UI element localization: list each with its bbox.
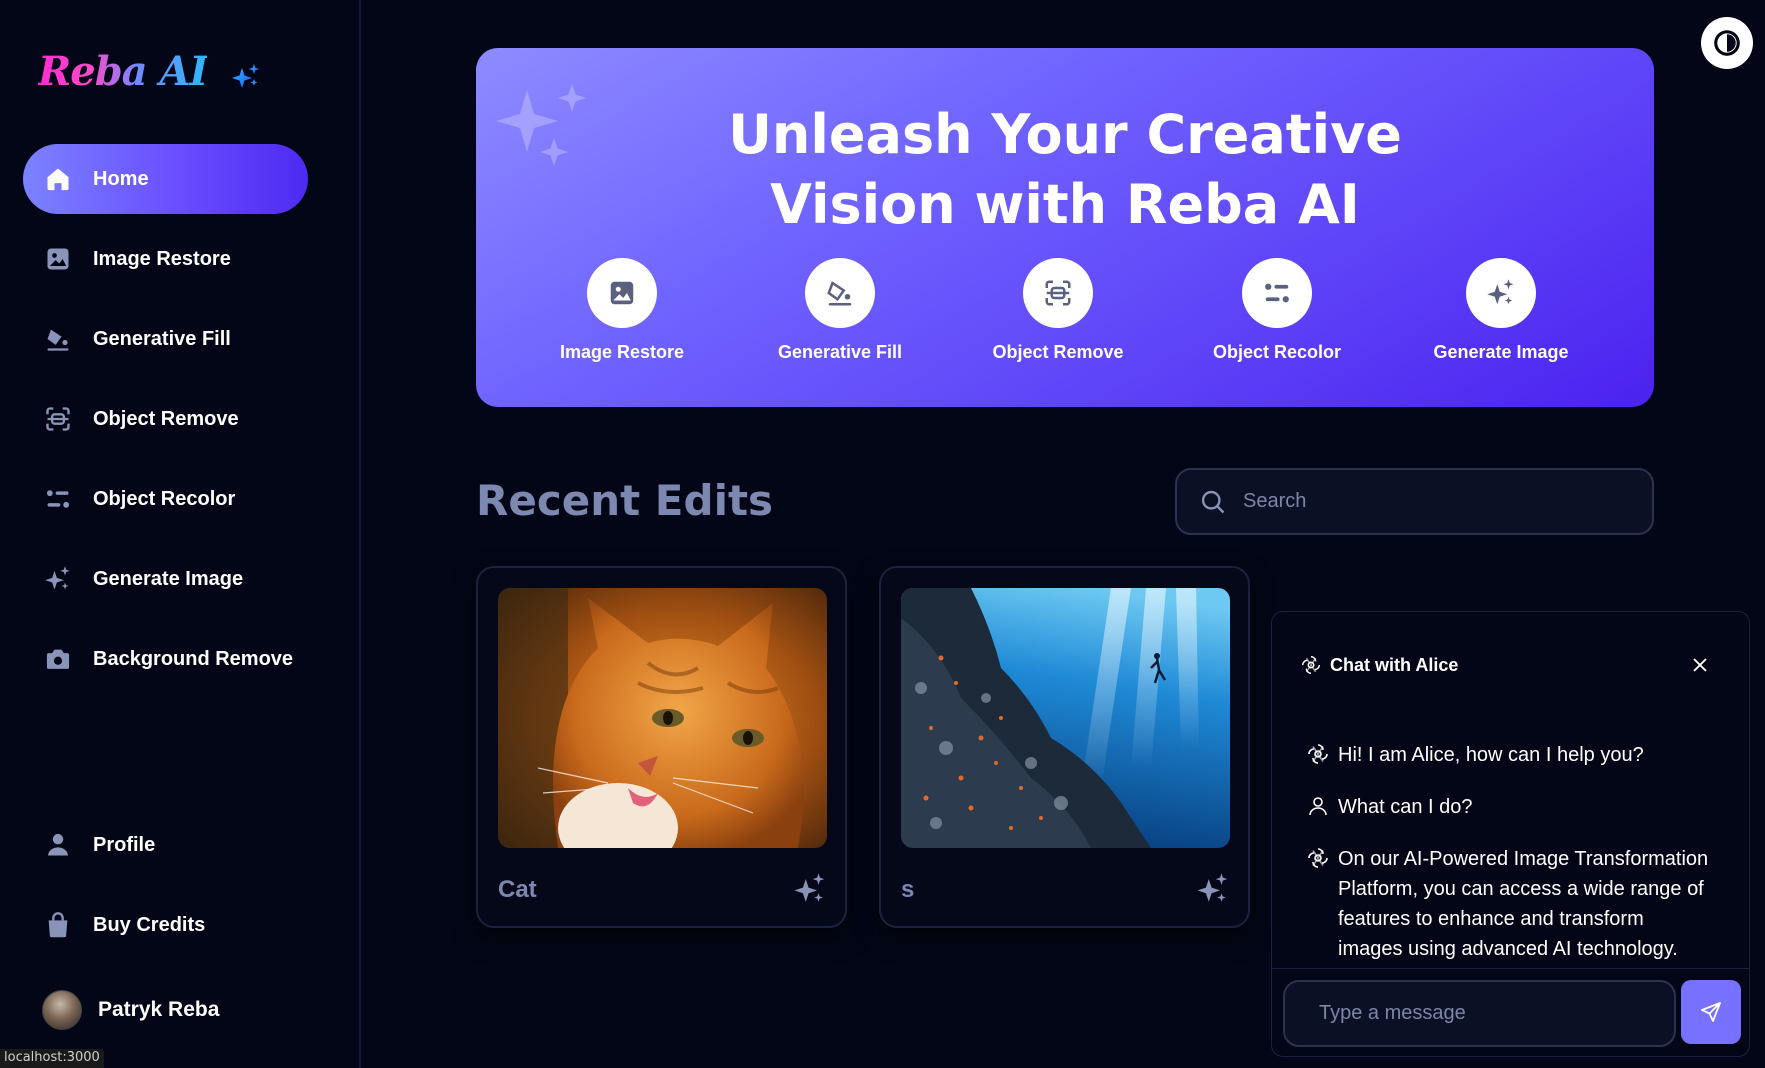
sparkles-icon <box>43 564 73 594</box>
chat-title: Chat with Alice <box>1330 654 1459 675</box>
sidebar-item-label: Object Recolor <box>93 487 236 510</box>
sidebar-item-profile[interactable]: Profile <box>23 810 308 880</box>
status-bar-url: localhost:3000 <box>0 1049 104 1068</box>
sidebar-item-object-recolor[interactable]: Object Recolor <box>23 464 308 534</box>
image-icon <box>43 244 73 274</box>
chat-message-text: Hi! I am Alice, how can I help you? <box>1338 744 1644 766</box>
sparkles-icon[interactable] <box>1196 872 1230 906</box>
sidebar-item-label: Object Remove <box>93 407 239 430</box>
chat-message-input[interactable] <box>1319 1002 1649 1025</box>
image-icon <box>610 281 634 305</box>
search-box <box>1175 468 1654 535</box>
logo[interactable]: Reba AI <box>38 48 261 95</box>
edit-card-cat[interactable]: Cat <box>476 566 847 928</box>
recent-edits-title: Recent Edits <box>476 476 774 525</box>
chat-messages: Hi! I am Alice, how can I help you? What… <box>1306 740 1711 960</box>
tool-label: Image Restore <box>559 342 685 362</box>
tool-label: Generative Fill <box>777 342 903 362</box>
search-icon <box>1201 490 1225 513</box>
tool-label: Generate Image <box>1433 342 1569 362</box>
close-icon[interactable] <box>1691 656 1709 674</box>
sidebar-item-label: Generate Image <box>93 567 244 590</box>
sidebar-item-generative-fill[interactable]: Generative Fill <box>23 304 308 374</box>
tool-circle <box>1466 258 1536 328</box>
recolor-icon <box>1265 283 1289 303</box>
edit-card-image <box>498 588 827 848</box>
chat-message-assistant: Hi! I am Alice, how can I help you? <box>1306 740 1711 770</box>
user-icon <box>1309 797 1327 816</box>
chat-header: Chat with Alice <box>1300 654 1458 676</box>
openai-icon <box>1308 848 1328 868</box>
hero-title: Unleash Your Creative Vision with Reba A… <box>476 100 1654 240</box>
chat-input-box <box>1283 980 1676 1047</box>
cat-photo <box>498 588 827 848</box>
tool-circle <box>1242 258 1312 328</box>
chat-message-assistant: On our AI-Powered Image Transformation P… <box>1306 844 1711 960</box>
scan-icon <box>1045 280 1071 306</box>
edit-card-title: Cat <box>498 876 537 903</box>
sparkles-logo-icon <box>232 63 260 88</box>
openai-icon <box>1302 656 1320 674</box>
chat-message-text: On our AI-Powered Image Transformation P… <box>1338 848 1709 960</box>
chat-panel: Chat with Alice Hi! I am Alice, how can … <box>1271 611 1750 1057</box>
home-icon <box>43 164 73 194</box>
sidebar-item-label: Generative Fill <box>93 327 231 350</box>
sidebar-item-buy-credits[interactable]: Buy Credits <box>23 890 308 960</box>
sidebar-item-home[interactable]: Home <box>23 144 308 214</box>
paint-bucket-icon <box>43 324 73 354</box>
hero-tool-image-restore[interactable]: Image Restore <box>532 258 712 363</box>
tool-circle <box>805 258 875 328</box>
avatar <box>42 990 82 1030</box>
sparkles-icon <box>1487 279 1514 305</box>
sidebar: Reba AI Home Image Restore Generative Fi… <box>0 0 361 1068</box>
hero-title-line: Unleash Your Creative <box>728 103 1402 166</box>
scan-icon <box>43 404 73 434</box>
sidebar-item-label: Image Restore <box>93 247 231 270</box>
send-button[interactable] <box>1681 980 1741 1044</box>
sidebar-bottom-nav: Profile Buy Credits <box>23 810 308 970</box>
recolor-icon <box>43 484 73 514</box>
edit-card-image <box>901 588 1230 848</box>
user-profile-row[interactable]: Patryk Reba <box>42 990 219 1030</box>
sidebar-item-object-remove[interactable]: Object Remove <box>23 384 308 454</box>
chat-message-text: What can I do? <box>1338 796 1473 818</box>
sidebar-item-image-restore[interactable]: Image Restore <box>23 224 308 294</box>
sidebar-item-generate-image[interactable]: Generate Image <box>23 544 308 614</box>
user-icon <box>43 830 73 860</box>
tool-circle <box>587 258 657 328</box>
hero-tool-object-recolor[interactable]: Object Recolor <box>1187 258 1367 363</box>
tool-label: Object Remove <box>992 342 1124 362</box>
tool-circle <box>1023 258 1093 328</box>
send-icon <box>1701 1002 1721 1022</box>
logo-text: Reba AI <box>38 48 208 95</box>
camera-icon <box>43 644 73 674</box>
edit-card-title: s <box>901 876 915 903</box>
sidebar-nav: Home Image Restore Generative Fill Objec… <box>23 144 308 704</box>
chat-message-user: What can I do? <box>1306 792 1711 822</box>
sidebar-item-label: Buy Credits <box>93 913 206 936</box>
contrast-icon <box>1714 30 1740 56</box>
user-name: Patryk Reba <box>98 998 220 1021</box>
sidebar-item-label: Profile <box>93 833 156 856</box>
paint-bucket-icon <box>827 281 852 306</box>
hero-banner: Unleash Your Creative Vision with Reba A… <box>476 48 1654 407</box>
edit-card-underwater[interactable]: s <box>879 566 1250 928</box>
sidebar-item-background-remove[interactable]: Background Remove <box>23 624 308 694</box>
search-input[interactable] <box>1243 490 1633 513</box>
hero-title-line: Vision with Reba AI <box>770 173 1360 236</box>
sparkles-icon[interactable] <box>793 872 827 906</box>
tool-label: Object Recolor <box>1212 342 1342 362</box>
openai-icon <box>1308 744 1328 764</box>
underwater-photo <box>901 588 1230 848</box>
hero-tool-list: Image Restore Generative Fill Object Rem… <box>476 258 1654 368</box>
bag-icon <box>43 910 73 940</box>
hero-tool-generative-fill[interactable]: Generative Fill <box>750 258 930 363</box>
sidebar-item-label: Background Remove <box>93 647 294 670</box>
sidebar-item-label: Home <box>93 167 149 190</box>
chat-divider <box>1272 968 1749 969</box>
theme-toggle-button[interactable] <box>1701 17 1753 69</box>
hero-tool-generate-image[interactable]: Generate Image <box>1411 258 1591 363</box>
hero-tool-object-remove[interactable]: Object Remove <box>968 258 1148 363</box>
